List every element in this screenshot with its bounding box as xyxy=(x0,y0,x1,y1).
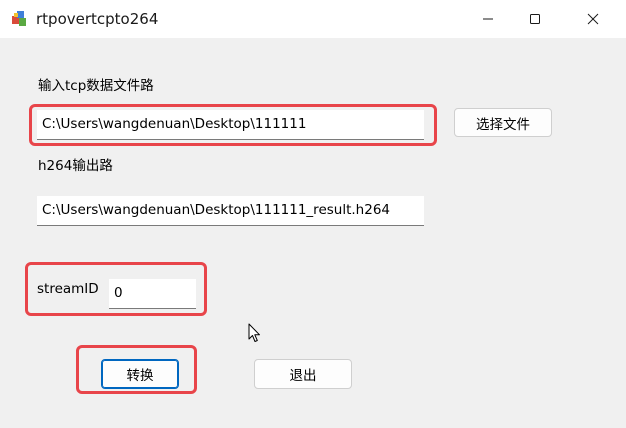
convert-button[interactable]: 转换 xyxy=(101,359,179,389)
maximize-icon xyxy=(530,14,540,24)
app-icon xyxy=(12,11,26,26)
output-path-field[interactable]: C:\Users\wangdenuan\Desktop\111111_resul… xyxy=(37,196,424,226)
maximize-button[interactable] xyxy=(512,0,558,38)
close-icon xyxy=(587,13,599,25)
input-path-field[interactable]: C:\Users\wangdenuan\Desktop\111111 xyxy=(37,110,424,140)
title-bar: rtpovertcpto264 xyxy=(0,0,626,38)
minimize-button[interactable] xyxy=(465,0,511,38)
close-button[interactable] xyxy=(570,0,616,38)
select-file-button[interactable]: 选择文件 xyxy=(454,108,552,137)
stream-id-input[interactable]: 0 xyxy=(109,279,196,309)
output-path-label: h264输出路 xyxy=(38,158,113,174)
input-path-label: 输入tcp数据文件路 xyxy=(38,78,154,94)
mouse-cursor-icon xyxy=(248,323,260,342)
minimize-icon xyxy=(483,18,493,20)
stream-id-label: streamID xyxy=(37,281,99,297)
exit-button[interactable]: 退出 xyxy=(254,359,352,389)
window-title: rtpovertcpto264 xyxy=(36,10,159,28)
